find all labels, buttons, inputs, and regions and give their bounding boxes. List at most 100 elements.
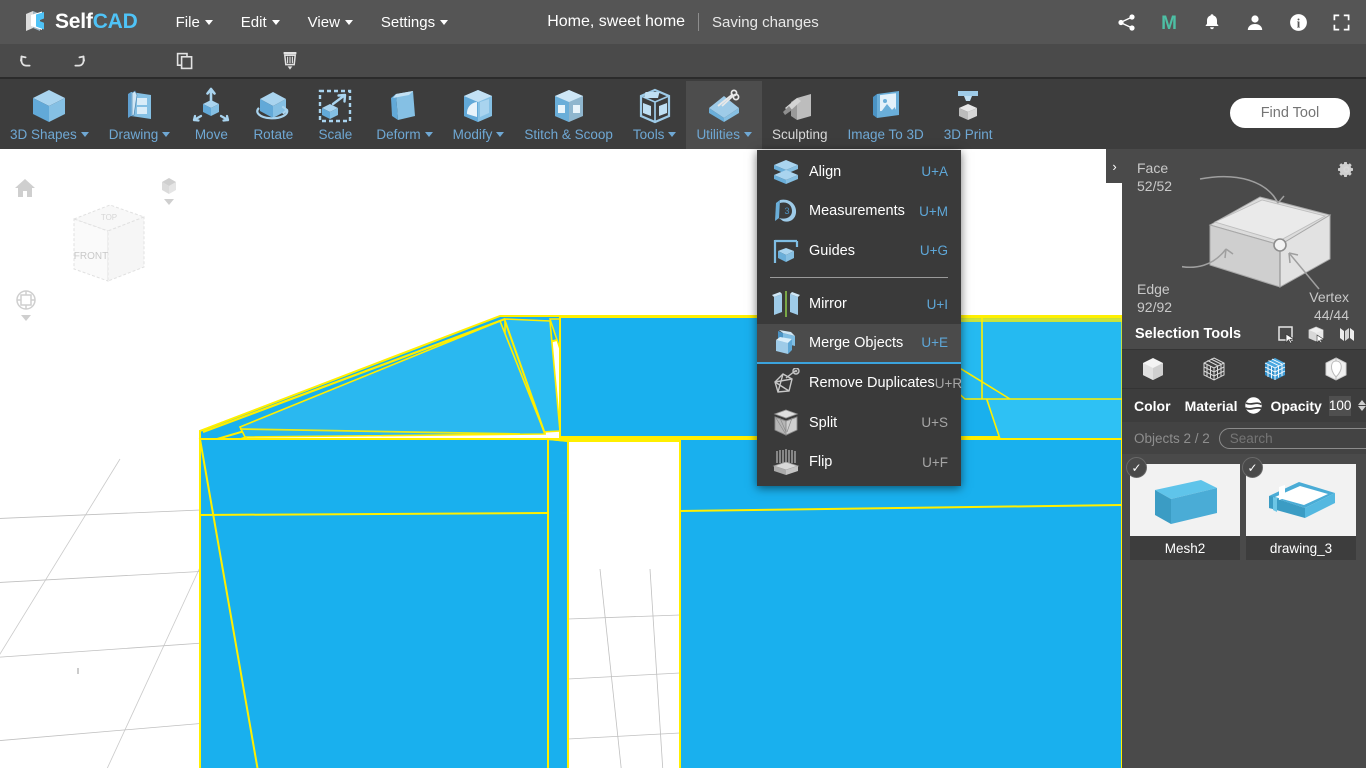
object-checked-icon[interactable]: ✓ bbox=[1126, 457, 1147, 478]
wireframe-view-icon[interactable] bbox=[1194, 352, 1234, 386]
menu-file[interactable]: File bbox=[162, 8, 227, 37]
opacity-label: Opacity bbox=[1270, 397, 1322, 414]
m-logo-icon[interactable]: M bbox=[1158, 11, 1180, 33]
undo-button[interactable] bbox=[0, 44, 52, 77]
object-name-drawing-3: drawing_3 bbox=[1246, 536, 1356, 560]
menu-item-remove-duplicates[interactable]: Remove Duplicates U+R bbox=[757, 364, 962, 404]
ribbon-tool-3d-print[interactable]: 3D Print bbox=[934, 81, 1003, 149]
selfcad-logo-icon bbox=[22, 9, 48, 35]
opacity-stepper[interactable] bbox=[1358, 400, 1366, 411]
home-view-icon[interactable] bbox=[14, 177, 36, 204]
sculpting-icon bbox=[779, 85, 821, 127]
camera-focus-icon[interactable] bbox=[14, 289, 38, 328]
app-logo[interactable]: SelfCAD bbox=[22, 9, 138, 35]
main-menu-list: File Edit View Settings bbox=[162, 8, 462, 37]
menu-settings[interactable]: Settings bbox=[367, 8, 462, 37]
menu-item-split-label: Split bbox=[809, 414, 838, 431]
ribbon-tool-rotate[interactable]: Rotate bbox=[242, 81, 304, 149]
ribbon-tool-deform[interactable]: Deform bbox=[366, 81, 442, 149]
stepper-up-icon bbox=[1358, 400, 1366, 405]
ribbon-tool-image-to-3d-label: Image To 3D bbox=[847, 127, 924, 142]
ribbon-tool-image-to-3d[interactable]: Image To 3D bbox=[838, 81, 934, 149]
ribbon-tool-tools[interactable]: Tools bbox=[623, 81, 687, 149]
ribbon-tool-rotate-label: Rotate bbox=[253, 127, 294, 142]
ribbon-tool-stitch-scoop[interactable]: Stitch & Scoop bbox=[514, 81, 623, 149]
menu-item-guides[interactable]: Guides U+G bbox=[757, 231, 961, 271]
ribbon-tool-drawing[interactable]: Drawing bbox=[99, 81, 181, 149]
menu-item-remove-duplicates-label: Remove Duplicates bbox=[809, 375, 935, 392]
ribbon-tool-utilities[interactable]: Utilities bbox=[686, 81, 762, 149]
menu-item-measurements[interactable]: 3 Measurements U+M bbox=[757, 192, 961, 232]
opacity-value[interactable]: 100 bbox=[1328, 395, 1352, 416]
menu-settings-label: Settings bbox=[380, 13, 436, 31]
material-label: Material bbox=[1184, 397, 1238, 414]
chevron-down-icon bbox=[80, 132, 89, 137]
menu-item-guides-shortcut: U+G bbox=[919, 243, 948, 259]
copy-button[interactable] bbox=[159, 44, 211, 77]
fullscreen-icon[interactable] bbox=[1330, 11, 1352, 33]
menu-item-split[interactable]: Split U+S bbox=[757, 403, 961, 443]
bell-icon[interactable] bbox=[1201, 11, 1223, 33]
panel-collapse-button[interactable]: › bbox=[1106, 149, 1123, 183]
objects-grid: ✓ Mesh2 ✓ drawing_3 bbox=[1122, 454, 1366, 570]
object-checked-icon[interactable]: ✓ bbox=[1242, 457, 1263, 478]
ribbon-tool-3d-shapes[interactable]: 3D Shapes bbox=[0, 81, 99, 149]
ribbon-tool-modify[interactable]: Modify bbox=[443, 81, 515, 149]
measurements-icon: 3 bbox=[767, 194, 805, 228]
menu-item-merge-objects[interactable]: Merge Objects U+E bbox=[757, 324, 961, 364]
menu-item-flip-label: Flip bbox=[809, 454, 833, 471]
svg-text:FRONT: FRONT bbox=[74, 251, 108, 262]
merge-objects-icon bbox=[767, 326, 805, 360]
ribbon-tool-sculpting[interactable]: Sculpting bbox=[762, 81, 838, 149]
flip-icon bbox=[767, 445, 805, 479]
paint-select-icon[interactable] bbox=[1307, 325, 1326, 344]
user-icon[interactable] bbox=[1244, 11, 1266, 33]
chevron-right-icon: › bbox=[1112, 158, 1117, 174]
menu-item-mirror[interactable]: Mirror U+I bbox=[757, 285, 961, 325]
solid-view-icon[interactable] bbox=[1133, 352, 1173, 386]
find-tool-input[interactable] bbox=[1230, 98, 1350, 128]
perspective-view-icon[interactable] bbox=[158, 175, 180, 212]
selection-tools-label: Selection Tools bbox=[1135, 326, 1242, 342]
ribbon-tool-tools-label: Tools bbox=[632, 127, 665, 142]
object-card-drawing-3[interactable]: ✓ drawing_3 bbox=[1242, 457, 1356, 560]
scale-icon bbox=[314, 85, 356, 127]
object-card-mesh2[interactable]: ✓ Mesh2 bbox=[1126, 457, 1240, 560]
svg-text:3: 3 bbox=[784, 206, 789, 216]
ribbon-tool-move[interactable]: Move bbox=[180, 81, 242, 149]
loop-select-icon[interactable] bbox=[1337, 325, 1356, 344]
solid-wire-view-icon[interactable] bbox=[1255, 352, 1295, 386]
menu-item-measurements-label: Measurements bbox=[809, 203, 905, 220]
share-icon[interactable] bbox=[1115, 11, 1137, 33]
menu-view[interactable]: View bbox=[294, 8, 367, 37]
chevron-down-icon bbox=[204, 19, 213, 25]
delete-button[interactable] bbox=[264, 44, 316, 77]
menu-item-flip[interactable]: Flip U+F bbox=[757, 443, 961, 483]
info-icon[interactable]: i bbox=[1287, 11, 1309, 33]
sphere-material-icon[interactable] bbox=[1244, 396, 1263, 415]
rectangle-select-icon[interactable] bbox=[1277, 325, 1296, 344]
chevron-down-icon bbox=[668, 132, 677, 137]
menu-edit[interactable]: Edit bbox=[227, 8, 294, 37]
redo-button[interactable] bbox=[52, 44, 104, 77]
chevron-down-icon bbox=[743, 132, 752, 137]
xray-view-icon[interactable] bbox=[1316, 352, 1356, 386]
view-mode-row bbox=[1122, 349, 1366, 389]
stitch-scoop-icon bbox=[548, 85, 590, 127]
menu-item-align[interactable]: Align U+A bbox=[757, 152, 961, 192]
remove-duplicates-icon bbox=[767, 366, 805, 400]
ribbon-tool-3d-print-label: 3D Print bbox=[943, 127, 993, 142]
menu-separator bbox=[770, 276, 948, 278]
menu-edit-label: Edit bbox=[240, 13, 267, 31]
ribbon-tool-scale[interactable]: Scale bbox=[304, 81, 366, 149]
quick-action-bar bbox=[0, 44, 1366, 79]
objects-header: Objects 2 / 2 bbox=[1122, 422, 1366, 454]
chevron-down-icon bbox=[440, 19, 449, 25]
right-side-panel: › Face 52/52 Edge 92/92 Vertex 44/44 Sel… bbox=[1106, 149, 1366, 768]
face-count: 52/52 bbox=[1137, 178, 1173, 194]
view-cube[interactable]: TOP FRONT bbox=[60, 189, 152, 290]
selection-info-block: Face 52/52 Edge 92/92 Vertex 44/44 Selec… bbox=[1122, 149, 1366, 349]
menu-file-label: File bbox=[175, 13, 200, 31]
objects-search-input[interactable] bbox=[1218, 427, 1366, 449]
open-box-thumb bbox=[1246, 464, 1356, 536]
